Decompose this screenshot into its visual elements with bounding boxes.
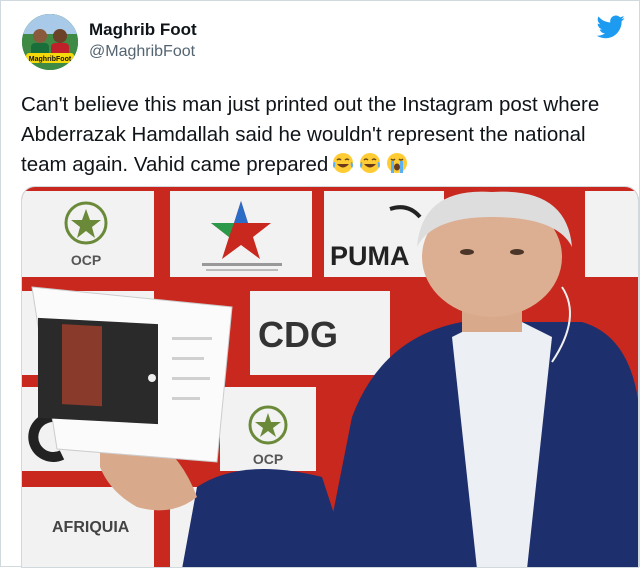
press-conference-photo: OCP PUMA CDG OCP AFRIQUIA [22, 187, 638, 567]
svg-text:OCP: OCP [253, 451, 283, 467]
tears-of-joy-emoji-icon [331, 151, 355, 184]
tears-of-joy-emoji-icon [358, 151, 382, 184]
sponsor-ocp-label: OCP [71, 252, 101, 268]
printed-instagram-post [31, 286, 233, 463]
avatar-caption: MaghribFoot [29, 56, 72, 63]
tweet-body: Can't believe this man just printed out … [21, 93, 600, 176]
author-avatar[interactable]: MaghribFoot [22, 14, 78, 70]
sponsor-afriquia-label: AFRIQUIA [52, 519, 130, 536]
twitter-bird-icon[interactable] [597, 15, 625, 39]
author-display-name[interactable]: Maghrib Foot [89, 19, 197, 41]
tweet-card: MaghribFoot Maghrib Foot @MaghribFoot Ca… [0, 0, 640, 568]
sponsor-cdg-label: CDG [258, 314, 338, 355]
loudly-crying-emoji-icon [385, 151, 409, 184]
author-block: Maghrib Foot @MaghribFoot [89, 19, 197, 63]
sponsor-puma-label: PUMA [330, 241, 410, 271]
tweet-text: Can't believe this man just printed out … [21, 90, 626, 184]
tweet-media-photo[interactable]: OCP PUMA CDG OCP AFRIQUIA [21, 186, 639, 568]
author-handle[interactable]: @MaghribFoot [89, 41, 197, 63]
